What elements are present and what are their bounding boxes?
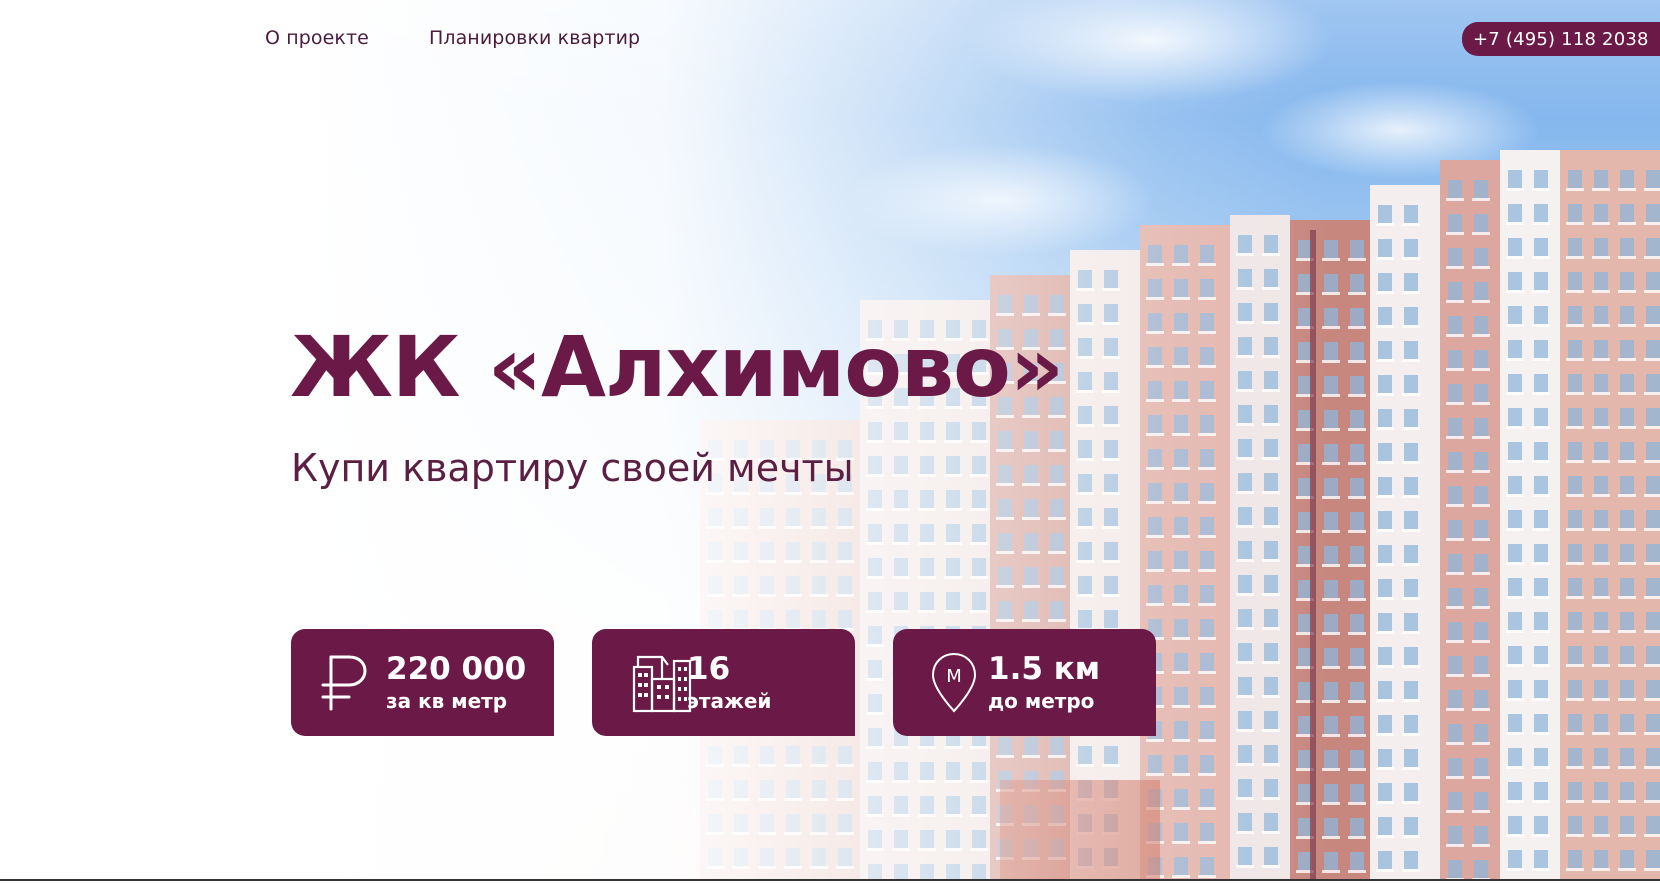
page-subtitle: Купи квартиру своей мечты [291,446,854,490]
page-bottom-border [0,879,1660,881]
white-fade-overlay [0,0,1660,880]
page-title: ЖК «Алхимово» [290,318,1064,416]
stat-floors-label: этажей [687,689,772,713]
stat-floors-value: 16 [687,651,731,687]
metro-letter: М [946,666,962,687]
metro-pin-icon: М [929,651,989,715]
nav-link-plans[interactable]: Планировки квартир [429,27,640,49]
stat-price-value: 220 000 [386,651,527,687]
stat-metro-value: 1.5 км [988,651,1101,687]
buildings-icon [632,653,692,717]
nav-link-about[interactable]: О проекте [265,27,369,49]
stat-card-floors: 16 этажей [592,629,855,736]
hero-section [0,0,1660,880]
phone-button[interactable]: +7 (495) 118 2038 [1462,22,1660,56]
stat-card-price: 220 000 за кв метр [291,629,554,736]
stat-price-label: за кв метр [386,689,508,713]
ruble-icon [313,651,373,715]
main-nav: О проекте Планировки квартир [265,27,640,49]
stat-metro-label: до метро [988,689,1095,713]
top-fade-overlay [0,0,1660,120]
stat-card-metro: М 1.5 км до метро [893,629,1156,736]
